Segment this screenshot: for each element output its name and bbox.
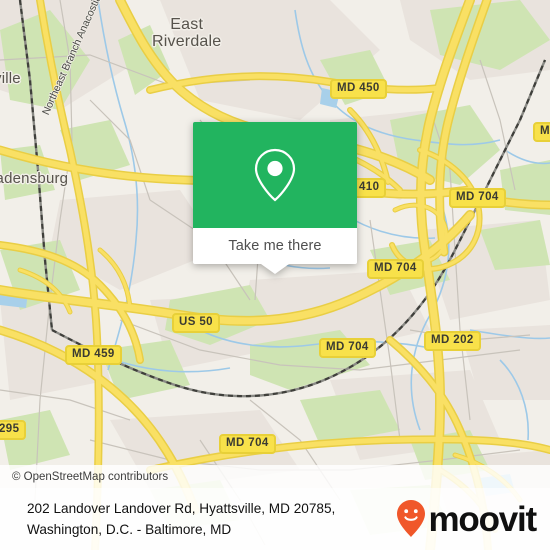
- take-me-there-label: Take me there: [228, 238, 322, 254]
- take-me-there-button[interactable]: Take me there: [193, 228, 357, 264]
- shield-i-295: 295: [0, 420, 27, 440]
- map-pin-icon: [254, 148, 296, 202]
- address-line-2: Washington, D.C. - Baltimore, MD: [27, 522, 232, 537]
- shield-md-704-c: MD 704: [367, 259, 424, 279]
- osm-attribution-text: © OpenStreetMap contributors: [12, 470, 169, 483]
- osm-attribution-bar: © OpenStreetMap contributors: [0, 465, 550, 488]
- destination-callout[interactable]: Take me there: [193, 122, 357, 274]
- moovit-logo: moovit: [396, 499, 537, 539]
- shield-md-704-s: MD 704: [319, 338, 376, 358]
- shield-md-410: 410: [352, 178, 387, 198]
- footer-bar: 202 Landover Landover Rd, Hyattsville, M…: [0, 488, 550, 550]
- shield-us-50: US 50: [172, 313, 220, 333]
- shield-md-459: MD 459: [65, 345, 122, 365]
- shield-md-202: MD 202: [424, 331, 481, 351]
- shield-md-edge: MD: [533, 122, 550, 142]
- moovit-wordmark: moovit: [428, 499, 537, 539]
- map-screenshot: East Riverdale ville ladensburg Northeas…: [0, 0, 550, 550]
- shield-md-704-sw: MD 704: [219, 434, 276, 454]
- shield-md-704-ne: MD 704: [449, 188, 506, 208]
- address-block: 202 Landover Landover Rd, Hyattsville, M…: [27, 498, 335, 540]
- shield-md-450: MD 450: [330, 79, 387, 99]
- moovit-pin-icon: [397, 500, 426, 537]
- callout-pointer-tail: [261, 264, 289, 274]
- map-canvas[interactable]: East Riverdale ville ladensburg Northeas…: [0, 0, 550, 550]
- callout-header: [193, 122, 357, 228]
- address-line-1: 202 Landover Landover Rd, Hyattsville, M…: [27, 501, 336, 516]
